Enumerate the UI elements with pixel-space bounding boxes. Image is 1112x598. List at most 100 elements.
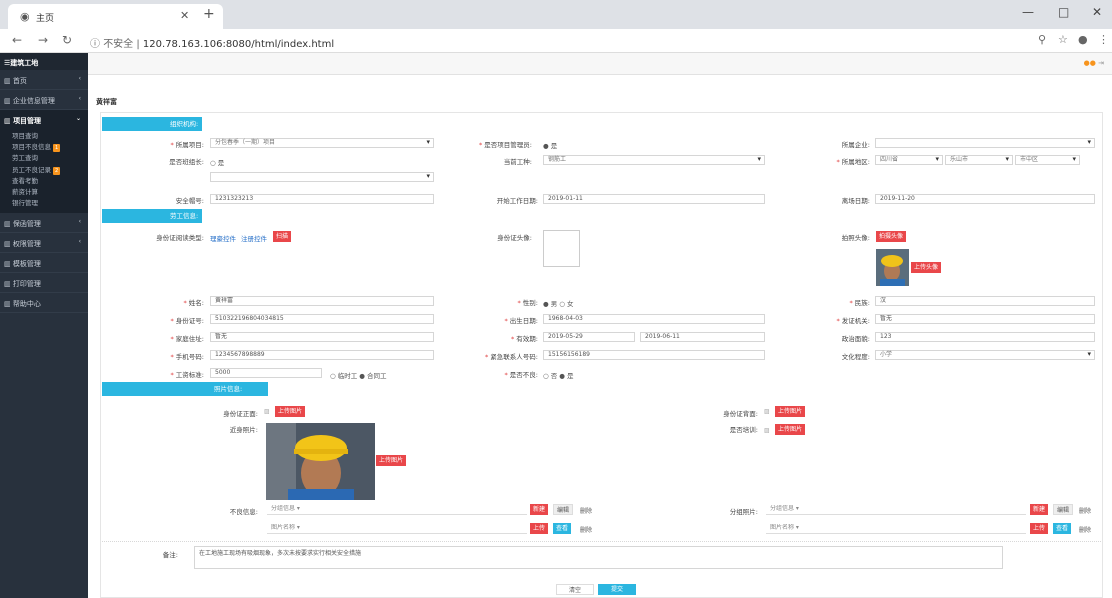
sub-item-bank[interactable]: 银行管理 [0,198,88,209]
photo-edit-button[interactable]: 编辑 [1053,504,1074,515]
sidebar: ☰建筑工地 ▥ 首页 ‹ ▥ 企业信息管理 ‹ ▥ 项目管理 ⌄ 项目查询 项目不良信… [0,53,88,598]
bad-view-button[interactable]: 查看 [553,523,572,534]
sidebar-item-enterprise[interactable]: ▥ 企业信息管理 ‹ [0,90,88,110]
valid-from-input[interactable]: 2019-05-29 [543,332,635,342]
political-label: 政治面貌: [841,335,870,343]
remark-textarea[interactable]: 在工地施工现场有吸烟现象，多次未按要求实行相关安全措施 [194,546,1003,569]
valid-to-input[interactable]: 2019-06-11 [640,332,765,342]
chart-icon: ▥ [4,280,13,289]
bad-edit-button[interactable]: 编辑 [553,504,574,515]
forward-icon[interactable]: → [38,33,48,47]
leave-date-input[interactable]: 2019-11-20 [875,194,1095,204]
company-label: 所属企业: [841,141,870,149]
province-select[interactable]: 四川省 [875,155,943,165]
broken-image-icon: ▨ [764,427,770,434]
user-icon[interactable]: ●● ⇥ [1084,59,1104,67]
clear-button[interactable]: 清空 [556,584,594,595]
address-input[interactable]: 暂无 [210,332,434,342]
bad-new-button[interactable]: 新建 [530,504,549,515]
browser-tab[interactable]: ◉ 主页 ✕ [8,4,223,29]
sub-item-labor-query[interactable]: 劳工查询 [0,153,88,164]
wage-type-radio[interactable]: ○ 临时工 ● 合同工 [330,370,387,380]
sidebar-item-guarantee[interactable]: ▥ 保函管理 ‹ [0,213,88,234]
issuer-input[interactable]: 暂无 [875,314,1095,324]
upload-avatar-button[interactable]: 上传头像 [911,262,942,273]
upload-recent-button[interactable]: 上传图片 [376,455,407,466]
bad-picname-input[interactable]: 图片名称 ▾ [267,524,527,534]
photo-delete2-button[interactable]: 删除 [1079,525,1091,534]
close-tab-icon[interactable]: ✕ [180,9,189,22]
name-input[interactable]: 黄祥富 [210,296,434,306]
bad-group-input[interactable]: 分组信息 ▾ [267,505,527,515]
photo-delete-button[interactable]: 删除 [1079,506,1091,515]
phone-input[interactable]: 1234567898889 [210,350,434,360]
sidebar-item-help[interactable]: ▥ 帮助中心 [0,293,88,314]
capture-button[interactable]: 拍摄头像 [876,231,907,242]
wage-input[interactable]: 5000 [210,368,322,378]
district-select[interactable]: 市中区 [1015,155,1080,165]
tab-title: 主页 [36,14,55,24]
insecure-label: 不安全 [103,39,134,50]
team-select[interactable] [210,172,434,182]
upload-idback-button[interactable]: 上传图片 [775,406,806,417]
sidebar-item-permission[interactable]: ▥ 权限管理 ‹ [0,233,88,254]
id-input[interactable]: 510322196804034815 [210,314,434,324]
sidebar-item-template[interactable]: ▥ 模板管理 [0,253,88,274]
bad-upload-button[interactable]: 上传 [530,523,549,534]
gender-radio[interactable]: ● 男 ○ 女 [543,298,574,308]
bad-label: * 是否不良: [504,371,538,379]
broken-image-icon: ▨ [764,408,770,415]
photo-group-input[interactable]: 分组信息 ▾ [766,505,1026,515]
worktype-select[interactable]: 钢筋工 [543,155,765,165]
chart-icon: ▥ [4,300,13,309]
upload-trained-button[interactable]: 上传图片 [775,424,806,435]
photo-upload-button[interactable]: 上传 [1030,523,1049,534]
emergency-input[interactable]: 15156156189 [543,350,765,360]
bookmark-star-icon[interactable]: ☆ [1058,33,1068,46]
ethnic-input[interactable]: 汉 [875,296,1095,306]
project-select[interactable]: 分包春季（一期）项目 [210,138,434,148]
scan-button[interactable]: 扫描 [273,231,292,242]
zoom-icon[interactable]: ⚲ [1038,33,1046,46]
new-tab-icon[interactable]: + [203,6,215,22]
is-pm-label: * 是否项目管理员: [478,141,532,149]
edu-select[interactable]: 小学 [875,350,1095,360]
safety-input[interactable]: 1231323213 [210,194,434,204]
submit-button[interactable]: 提交 [598,584,636,595]
sub-item-project-query[interactable]: 项目查询 [0,131,88,142]
photo-picname-input[interactable]: 图片名称 ▾ [766,524,1026,534]
start-date-input[interactable]: 2019-01-11 [543,194,765,204]
bad-delete2-button[interactable]: 删除 [580,525,592,534]
is-leader-radio[interactable]: ○ 是 [210,157,224,167]
reload-icon[interactable]: ↻ [62,33,72,47]
sub-item-attendance[interactable]: 查看考勤 [0,176,88,187]
url-field[interactable]: ⓘ 不安全 | 120.78.163.106:8080/html/index.h… [90,35,334,50]
upload-idfront-button[interactable]: 上传图片 [275,406,306,417]
recent-photo [266,423,375,500]
profile-icon[interactable]: ● [1078,33,1088,46]
company-select[interactable] [875,138,1095,148]
city-select[interactable]: 乐山市 [945,155,1013,165]
sub-item-staff-bad[interactable]: 员工不良记录 2 [0,165,88,176]
bad-radio[interactable]: ○ 否 ● 是 [543,370,574,380]
sidebar-item-project[interactable]: ▥ 项目管理 ⌄ [0,110,88,130]
sidebar-item-home[interactable]: ▥ 首页 ‹ [0,70,88,90]
driver-link[interactable]: 理豪控件 [210,233,236,243]
window-close-icon[interactable]: ✕ [1092,5,1102,19]
register-link[interactable]: 注册控件 [241,233,267,243]
bad-delete-button[interactable]: 删除 [580,506,592,515]
chart-icon: ▥ [4,97,13,105]
menu-icon[interactable]: ⋮ [1098,33,1109,46]
name-label: * 姓名: [183,299,204,307]
birth-input[interactable]: 1968-04-03 [543,314,765,324]
sidebar-item-print[interactable]: ▥ 打印管理 [0,273,88,294]
sub-item-salary[interactable]: 薪资计算 [0,187,88,198]
sub-item-project-bad[interactable]: 项目不良信息 1 [0,142,88,153]
photo-view-button[interactable]: 查看 [1053,523,1072,534]
minimize-icon[interactable]: — [1022,5,1034,19]
back-icon[interactable]: ← [12,33,22,47]
maximize-icon[interactable]: □ [1058,5,1069,19]
is-pm-radio[interactable]: ● 是 [543,140,557,150]
political-input[interactable]: 123 [875,332,1095,342]
photo-new-button[interactable]: 新建 [1030,504,1049,515]
